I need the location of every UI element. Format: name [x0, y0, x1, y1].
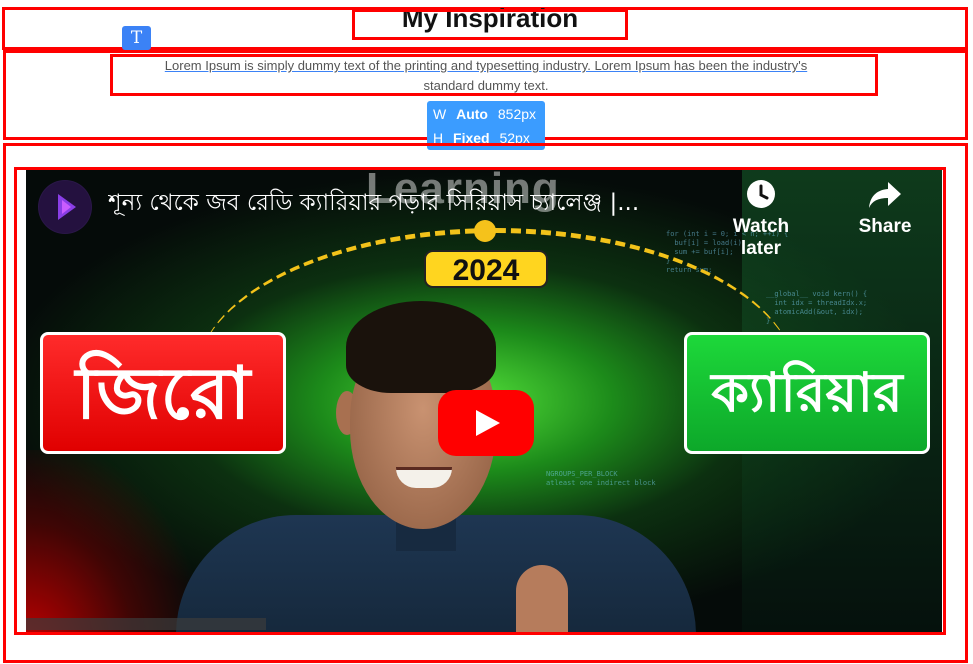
width-mode[interactable]: Auto — [456, 106, 488, 122]
width-row: W Auto 852px — [433, 102, 542, 126]
width-label: W — [433, 106, 447, 122]
text-tool-icon[interactable]: T — [122, 26, 151, 50]
description-selection-box — [110, 54, 878, 96]
width-value: 852px — [497, 106, 537, 122]
title-selection-box — [352, 9, 628, 40]
video-selection-box — [14, 167, 946, 635]
